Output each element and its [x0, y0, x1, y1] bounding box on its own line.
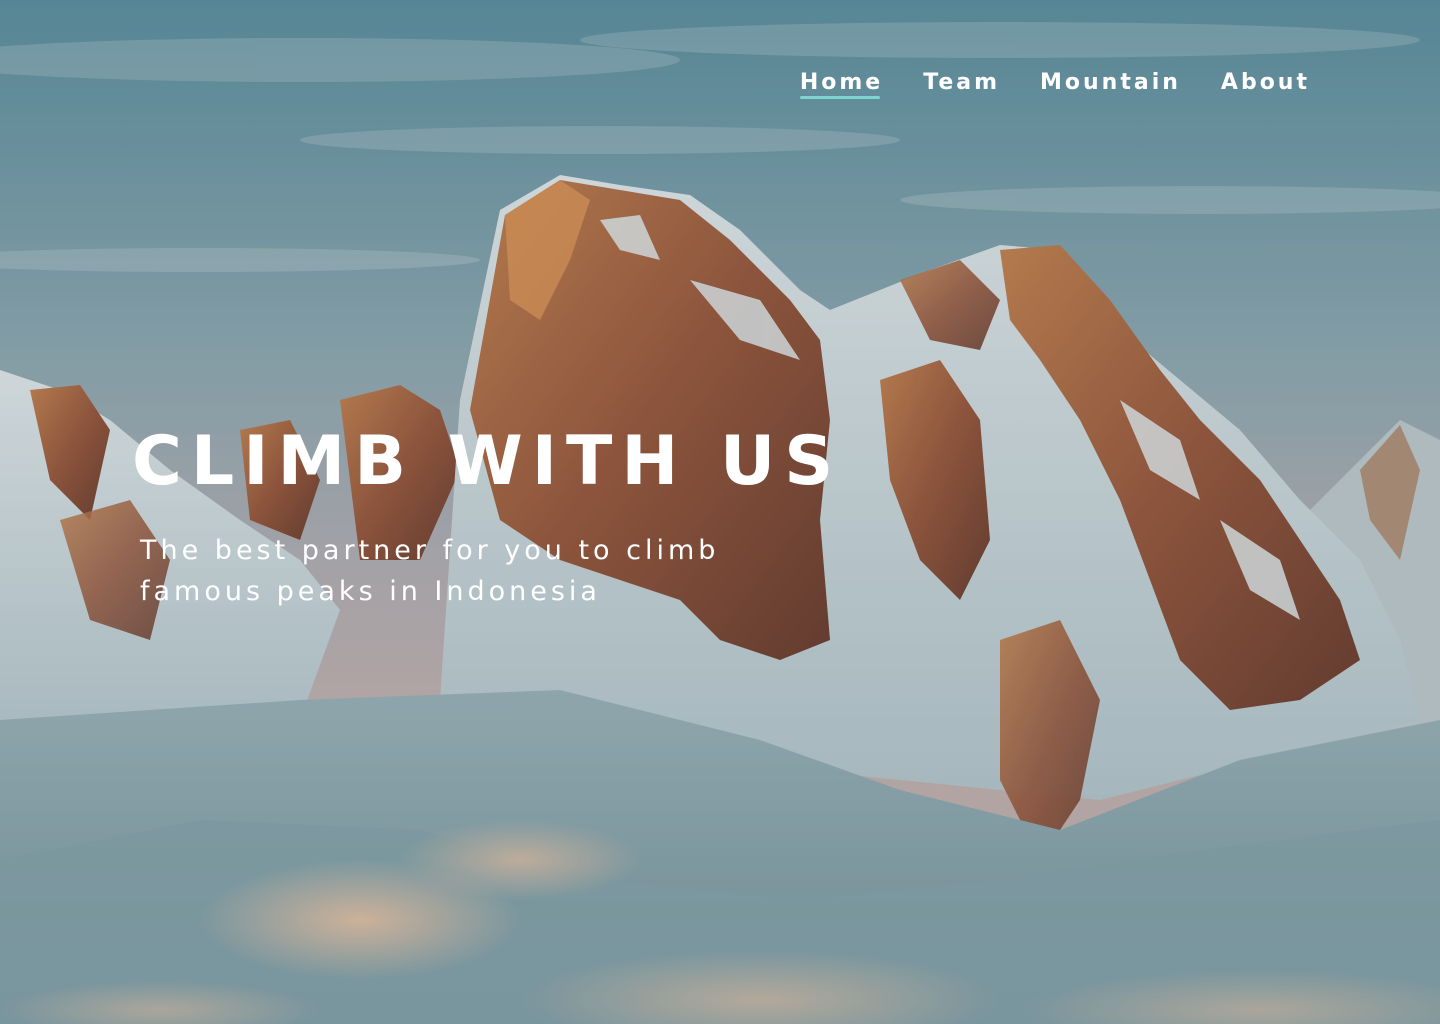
nav-link-mountain[interactable]: Mountain	[1040, 70, 1181, 99]
nav-link-about[interactable]: About	[1221, 70, 1310, 99]
nav-link-team[interactable]: Team	[923, 70, 1000, 99]
hero-title: CLIMB WITH US	[132, 422, 843, 501]
nav-link-home[interactable]: Home	[799, 70, 883, 99]
hero-subtitle: The best partner for you to climb famous…	[140, 535, 720, 607]
hero-background-image	[0, 0, 1440, 1024]
main-navigation: Home Team Mountain About	[760, 70, 1310, 99]
